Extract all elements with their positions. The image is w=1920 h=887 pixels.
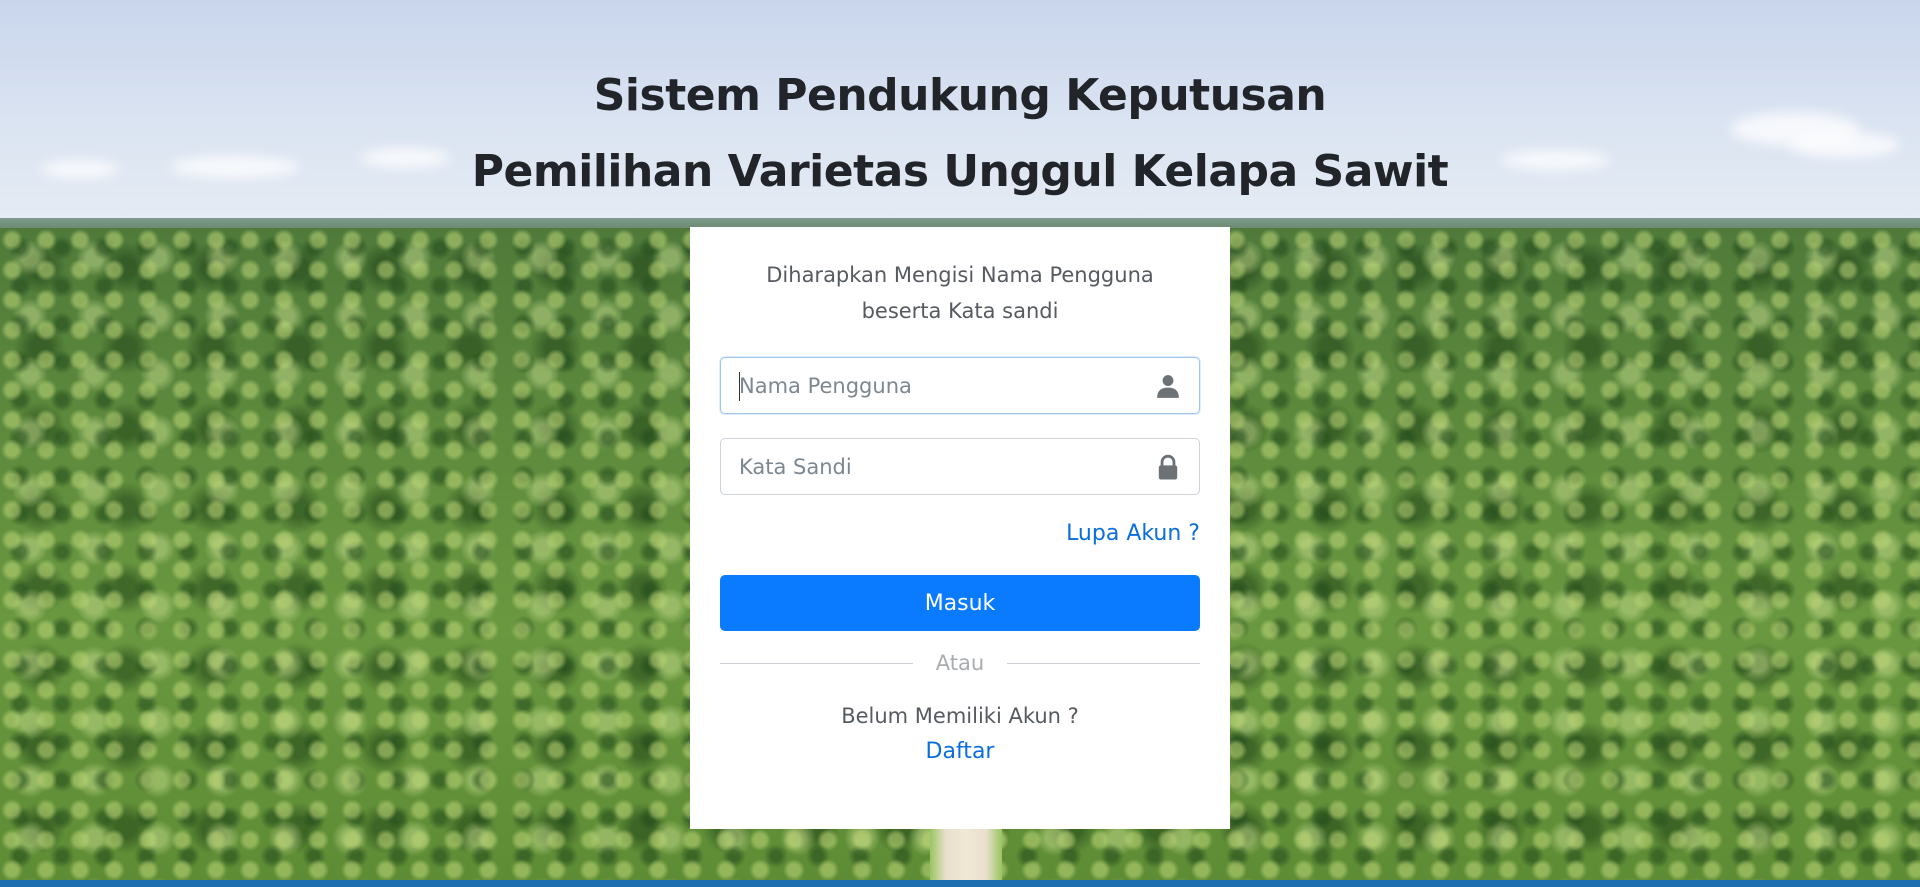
user-icon xyxy=(1157,375,1179,398)
login-card: Diharapkan Mengisi Nama Pengguna beserta… xyxy=(690,227,1230,829)
or-label: Atau xyxy=(935,651,985,675)
password-input[interactable] xyxy=(721,439,1199,494)
or-divider: Atau xyxy=(720,648,1200,678)
divider-rule-right xyxy=(1007,662,1200,664)
instructions-line-1: Diharapkan Mengisi Nama Pengguna xyxy=(766,263,1154,287)
title-line-2: Pemilihan Varietas Unggul Kelapa Sawit xyxy=(471,146,1449,197)
instructions-line-2: beserta Kata sandi xyxy=(861,299,1059,323)
signup-link[interactable]: Daftar xyxy=(926,734,995,770)
bottom-strip xyxy=(0,880,1920,887)
username-field[interactable] xyxy=(720,357,1200,414)
forgot-account-link[interactable]: Lupa Akun ? xyxy=(1066,521,1200,546)
title-line-1: Sistem Pendukung Keputusan xyxy=(593,70,1327,121)
signup-question: Belum Memiliki Akun ? xyxy=(841,704,1079,728)
login-button[interactable]: Masuk xyxy=(720,575,1200,631)
login-instructions: Diharapkan Mengisi Nama Pengguna beserta… xyxy=(720,257,1200,329)
password-field[interactable] xyxy=(720,438,1200,495)
page-title: Sistem Pendukung Keputusan Pemilihan Var… xyxy=(0,58,1920,210)
divider-rule-left xyxy=(720,662,913,664)
text-cursor xyxy=(739,372,740,401)
username-input[interactable] xyxy=(721,358,1199,413)
lock-icon xyxy=(1158,454,1178,480)
forgot-row: Lupa Akun ? xyxy=(720,521,1200,551)
dirt-road xyxy=(930,820,1002,887)
signup-section: Belum Memiliki Akun ? Daftar xyxy=(720,698,1200,770)
